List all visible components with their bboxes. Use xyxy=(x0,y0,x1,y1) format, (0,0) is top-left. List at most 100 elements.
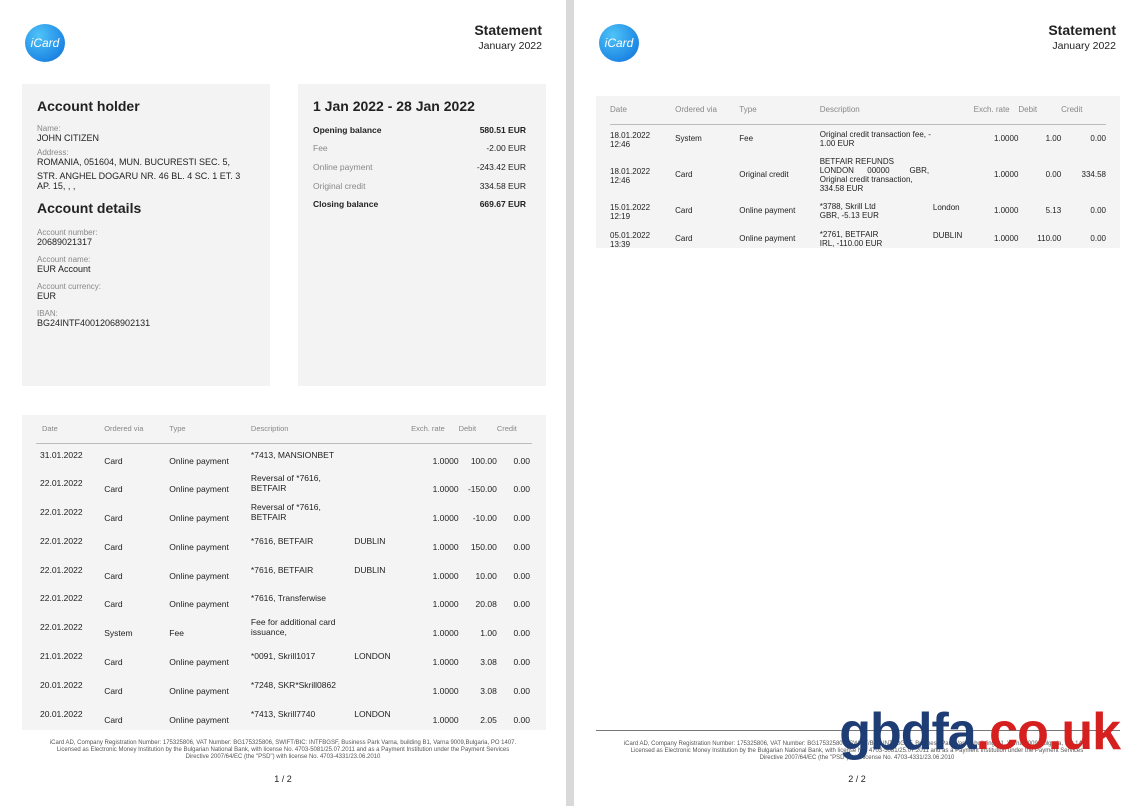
cell-date-time: 12:46 xyxy=(610,139,631,149)
cell-credit: 0.00 xyxy=(513,685,530,696)
cell-exch-rate: 1.0000 xyxy=(993,170,1019,179)
cell-exch-rate: 1.0000 xyxy=(432,512,459,523)
cell-ordered-via: Card xyxy=(675,170,693,179)
cell-credit: 0.00 xyxy=(513,570,530,581)
cell-type: Online payment xyxy=(169,570,229,581)
cell-debit: 150.00 xyxy=(470,541,497,552)
iban-value: BG24INTF40012068902131 xyxy=(37,318,151,328)
cell-type: Online payment xyxy=(739,206,796,215)
cell-debit: 100.00 xyxy=(470,455,497,466)
cell-description: *7248, SKR*Skrill0862 xyxy=(250,679,336,690)
icard-logo: iCard xyxy=(599,24,639,62)
statement-title: Statement xyxy=(1048,22,1116,38)
cell-credit: 334.58 xyxy=(1081,170,1106,179)
transactions-panel-2: Date Ordered via Type Description Exch. … xyxy=(596,96,1120,249)
cell-city: DUBLIN xyxy=(932,230,963,240)
cell-date-time: 12:19 xyxy=(610,211,631,221)
cell-exch-rate: 1.0000 xyxy=(432,628,459,639)
table-row: 22.01.2022 Card Online payment *7616, BETFA… xyxy=(36,558,532,587)
cell-description: *3788, Skrill Ltd GBR, -5.13 EUR xyxy=(820,197,933,225)
address-line-1: ROMANIA, 051604, MUN. BUCURESTI SEC. 5, xyxy=(37,157,231,167)
cell-ordered-via: Card xyxy=(104,599,123,610)
cell-type: Online payment xyxy=(169,512,229,523)
cell-description: Fee for additional card issuance, xyxy=(250,617,336,638)
table-row: 15.01.2022 12:19 Card Online payment *3788, … xyxy=(610,197,1106,225)
cell-description-line: BETFAIR REFUNDS xyxy=(819,156,894,166)
cell-city xyxy=(354,587,411,616)
cell-exch-rate: 1.0000 xyxy=(993,206,1019,215)
cell-debit: 3.08 xyxy=(480,685,497,696)
cell-description: *7413, Skrill7740 xyxy=(250,708,316,719)
table-row: 22.01.2022 Card Online payment *7616, Trans… xyxy=(36,587,532,616)
account-number-label: Account number: xyxy=(37,228,98,237)
holder-name: JOHN CITIZEN xyxy=(37,133,99,143)
cell-date-day: 05.01.2022 xyxy=(610,230,651,240)
cell-ordered-via: Card xyxy=(104,685,123,696)
cell-date-day: 18.01.2022 xyxy=(610,130,651,140)
table-row: 05.01.2022 13:39 Card Online payment *2761, … xyxy=(610,225,1106,253)
cell-exch-rate: 1.0000 xyxy=(432,455,459,466)
account-details-heading: Account details xyxy=(37,200,142,216)
cell-description-line: Original credit transaction fee, - xyxy=(819,129,931,139)
col-ordered-via: Ordered via xyxy=(104,415,170,444)
cell-description-line: 334.58 EUR xyxy=(819,183,864,193)
cell-description: Reversal of *7616, BETFAIR xyxy=(250,501,321,522)
col-exch-rate: Exch. rate xyxy=(973,96,1019,125)
cell-debit: 5.13 xyxy=(1045,206,1062,215)
statement-title: Statement xyxy=(474,22,542,38)
cell-city xyxy=(354,673,411,702)
cell-debit: 1.00 xyxy=(480,628,497,639)
cell-date: 18.01.2022 12:46 xyxy=(610,153,675,197)
cell-city: LONDON xyxy=(354,708,391,719)
transactions-table-2: Date Ordered via Type Description Exch. … xyxy=(610,96,1106,253)
cell-date: 22.01.2022 xyxy=(40,478,83,489)
iban-label: IBAN: xyxy=(37,309,58,318)
col-city xyxy=(932,96,974,125)
cell-exch-rate: 1.0000 xyxy=(432,484,459,495)
cell-date: 22.01.2022 xyxy=(40,506,83,517)
cell-debit: -150.00 xyxy=(467,484,497,495)
col-ordered-via: Ordered via xyxy=(675,96,740,125)
address-label: Address: xyxy=(37,148,69,157)
table-row: 22.01.2022 Card Online payment Reversal of … xyxy=(36,501,532,530)
icard-logo: iCard xyxy=(25,24,65,62)
cell-exch-rate: 1.0000 xyxy=(432,656,459,667)
table-row: 20.01.2022 Card Online payment *7413, Skril… xyxy=(36,702,532,731)
online-payment-row: Online payment -243.42 EUR xyxy=(313,162,526,172)
footer-line-1: iCard AD, Company Registration Number: 1… xyxy=(49,740,517,746)
cell-description: *2761, BETFAIR IRL, -110.00 EUR xyxy=(820,225,933,253)
cell-exch-rate: 1.0000 xyxy=(432,599,459,610)
cell-credit: 0.00 xyxy=(513,656,530,667)
cell-description: Reversal of *7616, BETFAIR xyxy=(250,473,321,494)
cell-city: DUBLIN xyxy=(354,564,386,575)
cell-ordered-via: Card xyxy=(675,206,693,215)
cell-ordered-via: Card xyxy=(104,541,123,552)
cell-credit: 0.00 xyxy=(1090,234,1106,243)
cell-city: DUBLIN xyxy=(354,535,386,546)
cell-city xyxy=(933,124,974,153)
col-type: Type xyxy=(739,96,820,125)
cell-description: *0091, Skrill1017 xyxy=(250,650,316,661)
cell-credit: 0.00 xyxy=(1090,134,1106,143)
cell-exch-rate: 1.0000 xyxy=(432,570,459,581)
table-row: 20.01.2022 Card Online payment *7248, SKR*S… xyxy=(36,673,532,702)
cell-description-line: IRL, -110.00 EUR xyxy=(819,238,883,248)
table-row: 31.01.2022 Card Online payment *7413, MANSI… xyxy=(36,443,532,472)
cell-date-time: 13:39 xyxy=(610,239,631,249)
cell-city xyxy=(933,153,974,197)
cell-type: Online payment xyxy=(169,455,229,466)
table-row: 18.01.2022 12:46 Card Original credit BETFAI… xyxy=(610,153,1106,197)
legal-footer: iCard AD, Company Registration Number: 1… xyxy=(20,740,546,761)
transactions-panel: Date Ordered via Type Description Exch. … xyxy=(22,415,546,730)
account-number: 20689021317 xyxy=(37,237,93,247)
original-credit-row: Original credit 334.58 EUR xyxy=(313,181,526,191)
account-holder-heading: Account holder xyxy=(37,98,140,114)
cell-debit: 1.00 xyxy=(1045,134,1062,143)
cell-exch-rate: 1.0000 xyxy=(432,714,459,725)
cell-credit: 0.00 xyxy=(513,512,530,523)
cell-description-line: 1.00 EUR xyxy=(819,138,855,148)
cell-ordered-via: Card xyxy=(104,484,123,495)
col-date: Date xyxy=(36,415,105,444)
table-row: 22.01.2022 Card Online payment *7616, BETFA… xyxy=(36,529,532,558)
cell-date: 18.01.2022 12:46 xyxy=(610,124,675,153)
